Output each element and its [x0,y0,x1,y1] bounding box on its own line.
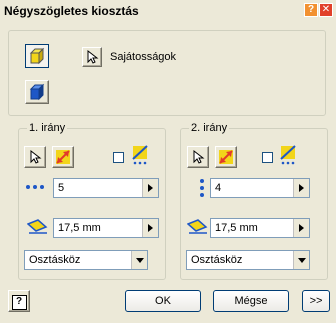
direction2-midplane-icon [280,145,296,165]
direction1-count-input[interactable]: 5 [53,178,159,198]
direction2-count-arrow[interactable] [293,179,309,197]
direction1-count-value: 5 [58,182,65,194]
direction1-midplane-icon [132,145,148,165]
close-icon[interactable]: ✕ [319,3,333,17]
direction1-flip-button[interactable] [52,146,74,168]
direction1-midplane-checkbox[interactable] [113,152,124,163]
direction1-spacing-arrow[interactable] [142,219,158,237]
direction2-method-value: Osztásköz [191,254,243,266]
direction2-flip-button[interactable] [215,146,237,168]
chevron-down-icon[interactable] [131,251,147,269]
ok-button[interactable]: OK [125,290,201,312]
feature-box-icon [29,47,45,65]
chevron-down-icon[interactable] [293,251,309,269]
dialog-window: Négyszögletes kiosztás ? ✕ Sajátosságok … [0,0,336,323]
help-icon: ? [11,295,27,310]
cursor-arrow-icon [87,49,99,64]
direction2-spacing-input[interactable]: 17,5 mm [210,218,310,238]
cursor-arrow-icon [30,149,42,164]
help-button[interactable]: ? [8,290,30,312]
direction1-method-value: Osztásköz [29,254,81,266]
features-group [8,30,326,116]
flip-direction-icon [56,150,70,164]
cursor-arrow-icon [193,149,205,164]
cancel-button[interactable]: Mégse [213,290,289,312]
properties-label: Sajátosságok [110,51,177,63]
help-icon[interactable]: ? [304,3,318,17]
direction2-midplane-checkbox[interactable] [262,152,273,163]
direction2-path-select-button[interactable] [187,146,209,168]
flip-direction-icon [219,150,233,164]
direction2-spacing-value: 17,5 mm [215,222,258,234]
direction2-count-value: 4 [215,182,222,194]
body-pattern-button[interactable] [25,80,49,104]
direction1-label: 1. irány [27,122,68,134]
title-bar: Négyszögletes kiosztás ? ✕ [0,0,336,22]
properties-select-button[interactable] [82,47,102,67]
spacing-icon [27,219,48,234]
direction2-count-input[interactable]: 4 [210,178,310,198]
direction1-count-arrow[interactable] [142,179,158,197]
count-icon [26,185,44,189]
direction2-label: 2. irány [189,122,230,134]
direction2-method-select[interactable]: Osztásköz [186,250,310,270]
direction2-spacing-arrow[interactable] [293,219,309,237]
window-title: Négyszögletes kiosztás [4,4,139,18]
direction1-method-select[interactable]: Osztásköz [24,250,148,270]
solid-body-icon [29,83,45,101]
direction1-spacing-value: 17,5 mm [58,222,101,234]
spacing-icon [187,219,208,234]
count-vertical-icon [200,179,204,197]
more-options-button[interactable]: >> [302,290,330,312]
direction1-spacing-input[interactable]: 17,5 mm [53,218,159,238]
direction1-path-select-button[interactable] [24,146,46,168]
feature-pattern-button[interactable] [25,44,49,68]
